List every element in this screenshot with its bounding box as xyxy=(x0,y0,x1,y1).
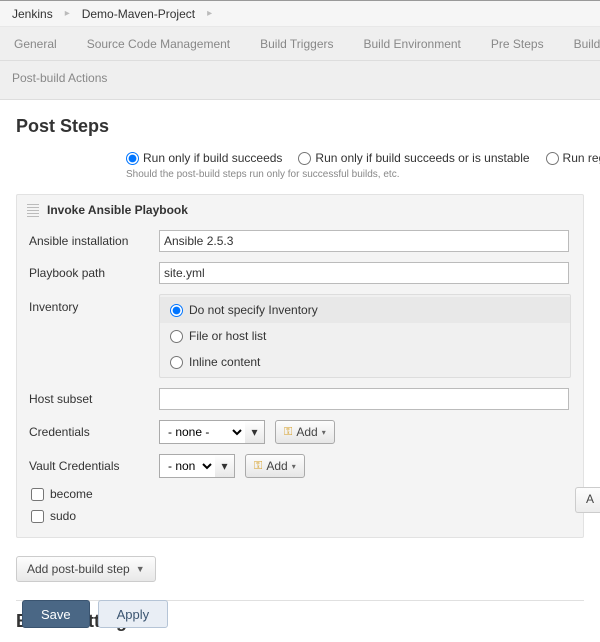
sudo-label: sudo xyxy=(50,509,76,523)
advanced-side-button[interactable]: A xyxy=(575,487,600,513)
apply-button[interactable]: Apply xyxy=(98,600,169,628)
inventory-option-file-label: File or host list xyxy=(189,329,266,343)
breadcrumb: Jenkins ▸ Demo-Maven-Project ▸ xyxy=(0,1,600,27)
credentials-add-label: Add xyxy=(296,425,317,439)
radio-run-unstable-label: Run only if build succeeds or is unstabl… xyxy=(315,151,529,165)
inventory-radio-none[interactable] xyxy=(170,304,183,317)
tab-triggers[interactable]: Build Triggers xyxy=(254,29,339,60)
credentials-select-input[interactable]: - none - xyxy=(159,420,245,444)
tab-bar: General Source Code Management Build Tri… xyxy=(0,27,600,61)
inventory-option-inline-label: Inline content xyxy=(189,355,260,369)
section-title: Post Steps xyxy=(16,116,584,137)
sudo-checkbox-row[interactable]: sudo xyxy=(17,505,583,527)
run-condition-hint: Should the post-build steps run only for… xyxy=(126,169,584,180)
label-inventory: Inventory xyxy=(29,294,149,314)
step-title: Invoke Ansible Playbook xyxy=(47,203,188,217)
become-checkbox-row[interactable]: become xyxy=(17,483,583,505)
ansible-installation-input[interactable] xyxy=(159,230,569,252)
tab-bar-row2: Post-build Actions xyxy=(0,61,600,100)
inventory-radio-inline[interactable] xyxy=(170,356,183,369)
inventory-box: Do not specify Inventory File or host li… xyxy=(159,294,571,378)
radio-run-unstable[interactable]: Run only if build succeeds or is unstabl… xyxy=(298,151,529,165)
key-icon: ⚿ xyxy=(284,426,292,439)
chevron-down-icon: ▼ xyxy=(136,564,145,574)
tab-env[interactable]: Build Environment xyxy=(358,29,467,60)
step-header[interactable]: Invoke Ansible Playbook xyxy=(17,195,583,225)
inventory-option-file[interactable]: File or host list xyxy=(160,323,570,349)
inventory-option-inline[interactable]: Inline content xyxy=(160,349,570,375)
chevron-right-icon: ▸ xyxy=(207,8,212,19)
key-icon: ⚿ xyxy=(254,460,262,473)
host-subset-input[interactable] xyxy=(159,388,569,410)
inventory-option-none[interactable]: Do not specify Inventory xyxy=(160,297,570,323)
step-box: Invoke Ansible Playbook Ansible installa… xyxy=(16,194,584,538)
save-bar: Save Apply xyxy=(22,600,168,628)
radio-run-regardless-input[interactable] xyxy=(546,152,559,165)
radio-run-succeeds-label: Run only if build succeeds xyxy=(143,151,282,165)
save-button[interactable]: Save xyxy=(22,600,90,628)
radio-run-regardless-label: Run regardless of bu xyxy=(563,151,600,165)
chevron-right-icon: ▸ xyxy=(65,8,70,19)
chevron-down-icon: ▾ xyxy=(292,462,296,471)
add-post-build-step-button[interactable]: Add post-build step ▼ xyxy=(16,556,156,582)
crumb-jenkins[interactable]: Jenkins xyxy=(12,7,53,21)
add-post-build-step-label: Add post-build step xyxy=(27,562,130,576)
chevron-down-icon[interactable]: ▾ xyxy=(245,420,265,444)
chevron-down-icon[interactable]: ▾ xyxy=(215,454,235,478)
label-playbook-path: Playbook path xyxy=(29,266,149,280)
radio-run-succeeds-input[interactable] xyxy=(126,152,139,165)
tab-post-build-actions[interactable]: Post-build Actions xyxy=(8,67,111,89)
chevron-down-icon: ▾ xyxy=(322,428,326,437)
tab-general[interactable]: General xyxy=(8,29,63,60)
tab-build[interactable]: Build xyxy=(568,29,600,60)
radio-run-regardless[interactable]: Run regardless of bu xyxy=(546,151,600,165)
label-credentials: Credentials xyxy=(29,425,149,439)
vault-credentials-add-label: Add xyxy=(266,459,287,473)
credentials-add-button[interactable]: ⚿ Add ▾ xyxy=(275,420,335,444)
radio-run-unstable-input[interactable] xyxy=(298,152,311,165)
crumb-project[interactable]: Demo-Maven-Project xyxy=(82,7,195,21)
become-label: become xyxy=(50,487,93,501)
tab-pre-steps[interactable]: Pre Steps xyxy=(485,29,550,60)
radio-run-succeeds[interactable]: Run only if build succeeds xyxy=(126,151,282,165)
become-checkbox[interactable] xyxy=(31,488,44,501)
inventory-radio-file[interactable] xyxy=(170,330,183,343)
run-condition-row: Run only if build succeeds Run only if b… xyxy=(126,151,584,165)
inventory-option-none-label: Do not specify Inventory xyxy=(189,303,318,317)
vault-credentials-add-button[interactable]: ⚿ Add ▾ xyxy=(245,454,305,478)
tab-scm[interactable]: Source Code Management xyxy=(81,29,236,60)
playbook-path-input[interactable] xyxy=(159,262,569,284)
credentials-select[interactable]: - none - ▾ xyxy=(159,420,265,444)
sudo-checkbox[interactable] xyxy=(31,510,44,523)
label-vault-credentials: Vault Credentials xyxy=(29,459,149,473)
vault-credentials-select-input[interactable]: - none - xyxy=(159,454,215,478)
label-ansible-installation: Ansible installation xyxy=(29,234,149,248)
vault-credentials-select[interactable]: - none - ▾ xyxy=(159,454,235,478)
label-host-subset: Host subset xyxy=(29,392,149,406)
drag-handle-icon[interactable] xyxy=(27,203,39,217)
